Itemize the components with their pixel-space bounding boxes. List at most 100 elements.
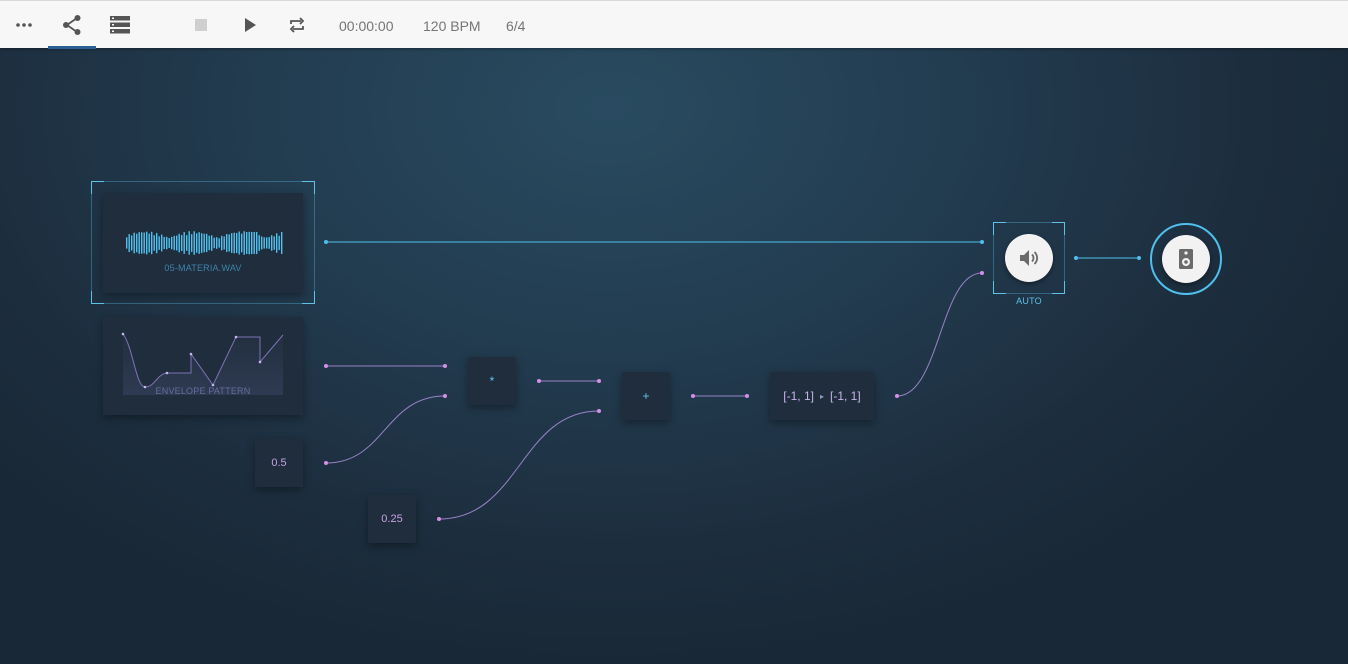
waveform-bar — [218, 238, 220, 248]
waveform-bar — [268, 237, 270, 249]
constant-value: 0.5 — [271, 457, 287, 469]
waveform-bar — [166, 236, 168, 250]
waveform-bar — [158, 236, 160, 250]
waveform-bar — [223, 236, 225, 250]
port-audio-out[interactable] — [324, 240, 328, 244]
waveform-bar — [216, 237, 218, 249]
gain-mode-label: AUTO — [1016, 296, 1042, 306]
waveform-icon — [126, 231, 283, 255]
port-envelope-out[interactable] — [324, 364, 328, 368]
waveform-bar — [256, 232, 258, 254]
more-horizontal-icon — [16, 22, 32, 27]
audio-file-node[interactable]: 05-MATERIA.WAV — [103, 193, 303, 293]
waveform-bar — [246, 232, 248, 254]
waveform-bar — [131, 235, 133, 251]
waveform-bar — [143, 232, 145, 254]
loop-button[interactable] — [273, 1, 321, 48]
waveform-bar — [213, 237, 215, 249]
waveform-bar — [193, 231, 195, 255]
port-output-in[interactable] — [1137, 256, 1141, 260]
port-multiply-out[interactable] — [537, 379, 541, 383]
envelope-curve-icon — [121, 332, 284, 395]
time-display: 00:00:00 — [339, 18, 394, 34]
port-gain-control-in[interactable] — [980, 271, 984, 275]
waveform-bar — [276, 233, 278, 253]
range-map-node[interactable]: [-1, 1] ▸ [-1, 1] — [770, 372, 874, 420]
wire-quarter-to-add[interactable] — [438, 410, 600, 520]
tempo-display[interactable]: 120 BPM — [423, 1, 481, 48]
constant-node-quarter[interactable]: 0.25 — [368, 495, 416, 543]
waveform-bar — [136, 233, 138, 253]
stop-button[interactable] — [177, 1, 225, 48]
gain-node[interactable] — [1005, 234, 1053, 282]
waveform-bar — [178, 233, 180, 253]
waveform-bar — [258, 235, 260, 251]
port-range-out[interactable] — [895, 394, 899, 398]
port-multiply-in-b[interactable] — [443, 394, 447, 398]
port-quarter-out[interactable] — [437, 517, 441, 521]
waveform-bar — [141, 232, 143, 254]
waveform-bar — [191, 234, 193, 252]
waveform-bar — [153, 235, 155, 251]
stop-icon — [195, 18, 207, 31]
waveform-bar — [168, 238, 170, 248]
waveform-bar — [278, 235, 280, 251]
tracks-view-tab[interactable] — [96, 1, 144, 48]
waveform-bar — [221, 235, 223, 251]
waveform-bar — [203, 233, 205, 253]
waveform-bar — [176, 235, 178, 251]
tracks-list-icon — [110, 15, 130, 33]
envelope-label: ENVELOPE PATTERN — [155, 386, 251, 396]
waveform-bar — [188, 231, 190, 255]
graph-view-tab[interactable] — [48, 1, 96, 49]
waveform-bar — [238, 231, 240, 255]
waveform-bar — [148, 233, 150, 253]
waveform-bar — [251, 232, 253, 254]
waveform-bar — [241, 233, 243, 253]
waveform-bar — [181, 235, 183, 251]
play-icon — [245, 17, 256, 32]
waveform-bar — [271, 235, 273, 251]
constant-node-half[interactable]: 0.5 — [255, 439, 303, 487]
add-node[interactable]: + — [622, 372, 670, 420]
multiply-node[interactable]: * — [468, 357, 516, 405]
loop-icon — [289, 16, 305, 33]
waveform-bar — [196, 233, 198, 253]
waveform-bar — [183, 232, 185, 254]
waveform-bar — [138, 232, 140, 254]
waveform-bar — [243, 231, 245, 255]
waveform-bar — [201, 233, 203, 253]
add-symbol: + — [642, 389, 650, 403]
waveform-bar — [263, 237, 265, 249]
wire-range-to-gain[interactable] — [896, 272, 983, 397]
waveform-bar — [186, 235, 188, 251]
wire-half-to-multiply[interactable] — [325, 395, 446, 464]
waveform-bar — [151, 231, 153, 255]
waveform-bar — [206, 233, 208, 253]
port-range-in[interactable] — [745, 394, 749, 398]
waveform-bar — [163, 236, 165, 249]
waveform-bar — [261, 236, 263, 250]
constant-value: 0.25 — [381, 513, 403, 525]
port-half-out[interactable] — [324, 461, 328, 465]
port-add-in-a[interactable] — [597, 379, 601, 383]
waveform-bar — [133, 232, 135, 254]
waveform-bar — [248, 231, 250, 255]
play-button[interactable] — [226, 1, 274, 48]
more-menu-button[interactable] — [0, 1, 48, 48]
port-gain-audio-in[interactable] — [980, 240, 984, 244]
port-add-in-b[interactable] — [597, 409, 601, 413]
range-from: [-1, 1] — [783, 389, 814, 403]
port-add-out[interactable] — [691, 394, 695, 398]
waveform-bar — [273, 236, 275, 250]
range-arrow: ▸ — [819, 391, 824, 401]
port-gain-out[interactable] — [1074, 256, 1078, 260]
waveform-bar — [156, 232, 158, 254]
speaker-icon — [1179, 249, 1193, 269]
node-graph-canvas[interactable]: 05-MATERIA.WAV ENVELOPE PATTERN 0.5 0.25… — [0, 48, 1348, 664]
port-multiply-in-a[interactable] — [443, 364, 447, 368]
waveform-bar — [128, 234, 130, 252]
output-node[interactable] — [1162, 235, 1210, 283]
meter-display[interactable]: 6/4 — [506, 1, 525, 48]
envelope-pattern-node[interactable]: ENVELOPE PATTERN — [103, 317, 303, 415]
